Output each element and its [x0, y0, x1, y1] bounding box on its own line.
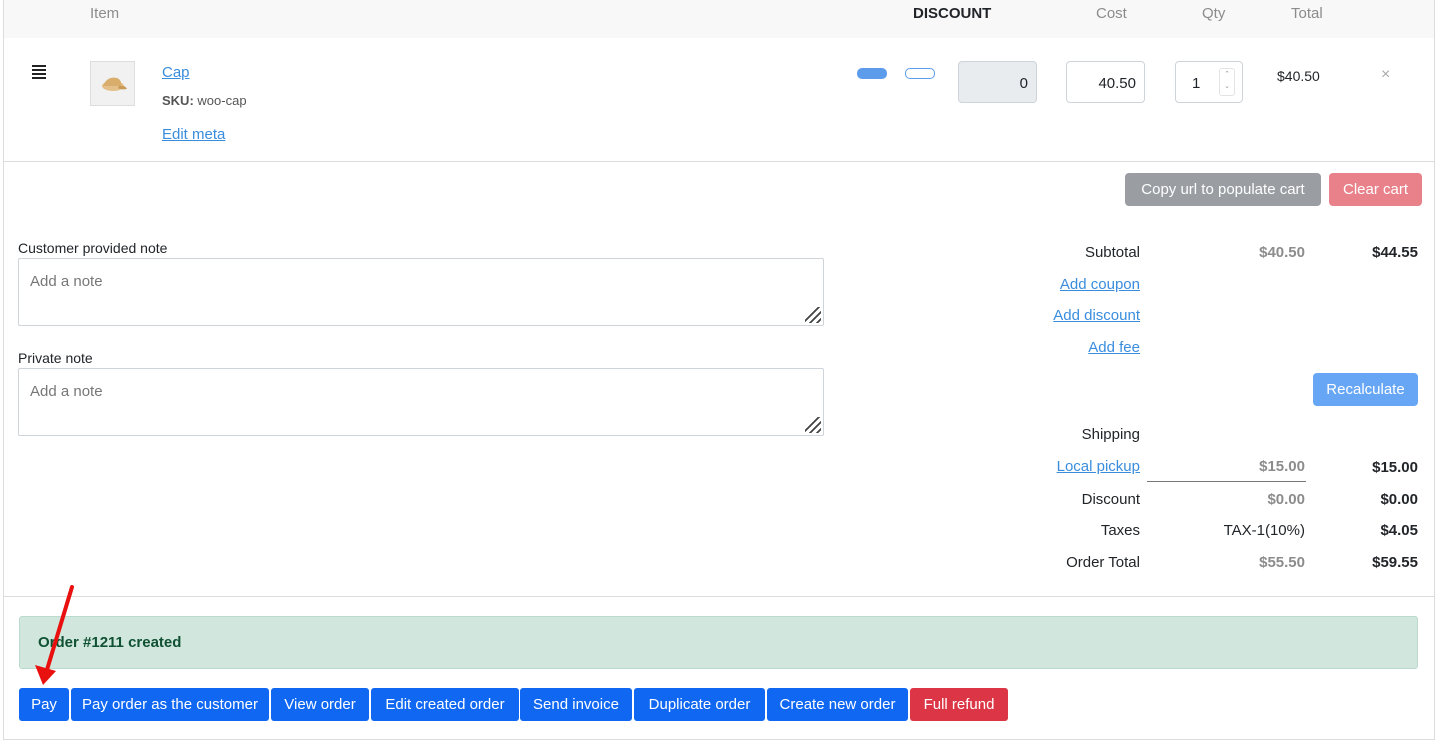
- taxes-name: TAX-1(10%): [1223, 522, 1305, 539]
- order-total-label: Order Total: [1066, 554, 1140, 571]
- item-row-total: $40.50: [1277, 68, 1320, 84]
- col-item: Item: [90, 5, 120, 22]
- edit-meta-link[interactable]: Edit meta: [162, 126, 225, 143]
- order-total-original: $55.50: [1259, 554, 1305, 571]
- subtotal-original: $40.50: [1259, 244, 1305, 261]
- edit-created-order-button[interactable]: Edit created order: [371, 688, 519, 721]
- discount-original: $0.00: [1267, 491, 1305, 508]
- copy-url-button[interactable]: Copy url to populate cart: [1125, 173, 1321, 206]
- pay-button[interactable]: Pay: [19, 688, 69, 721]
- duplicate-order-button[interactable]: Duplicate order: [634, 688, 765, 721]
- shipping-original: $15.00: [1259, 458, 1305, 475]
- discount-type-toggle-percent[interactable]: [857, 68, 887, 79]
- pay-as-customer-button[interactable]: Pay order as the customer: [71, 688, 269, 721]
- customer-note-textarea[interactable]: Add a note: [18, 258, 824, 326]
- order-created-alert: Order #1211 created: [19, 616, 1418, 669]
- sku-value: woo-cap: [197, 93, 247, 108]
- col-qty: Qty: [1202, 5, 1226, 22]
- col-discount: DISCOUNT: [913, 5, 992, 22]
- resize-grip-icon[interactable]: [805, 417, 821, 433]
- drag-handle-icon[interactable]: [32, 65, 46, 81]
- section-divider: [4, 596, 1434, 597]
- create-new-order-button[interactable]: Create new order: [767, 688, 908, 721]
- product-name-link[interactable]: Cap: [162, 64, 190, 81]
- order-total-final: $59.55: [1372, 554, 1418, 571]
- private-note-label: Private note: [18, 350, 93, 366]
- col-cost: Cost: [1096, 5, 1127, 22]
- taxes-final: $4.05: [1380, 522, 1418, 539]
- item-cost-input[interactable]: 40.50: [1066, 61, 1145, 103]
- customer-note-placeholder: Add a note: [30, 273, 103, 290]
- add-coupon-link[interactable]: Add coupon: [1060, 276, 1140, 293]
- discount-label: Discount: [1081, 491, 1140, 508]
- annotation-arrow-icon: [35, 585, 74, 685]
- view-order-button[interactable]: View order: [271, 688, 369, 721]
- taxes-label: Taxes: [1100, 522, 1140, 539]
- resize-grip-icon[interactable]: [805, 307, 821, 323]
- add-discount-link[interactable]: Add discount: [1053, 307, 1140, 324]
- customer-note-label: Customer provided note: [18, 240, 168, 256]
- qty-value: 1: [1192, 75, 1201, 92]
- discount-final: $0.00: [1380, 491, 1418, 508]
- private-note-textarea[interactable]: Add a note: [18, 368, 824, 436]
- shipping-divider: [1147, 481, 1306, 482]
- product-sku: SKU: woo-cap: [162, 93, 247, 108]
- row-divider: [4, 161, 1434, 162]
- shipping-label: Shipping: [1081, 426, 1140, 443]
- add-fee-link[interactable]: Add fee: [1088, 339, 1140, 356]
- items-table-header: Item DISCOUNT Cost Qty Total: [4, 0, 1434, 38]
- clear-cart-button[interactable]: Clear cart: [1329, 173, 1422, 206]
- product-thumbnail: [90, 61, 135, 106]
- item-qty-input[interactable]: 1 ⌃ ⌄: [1175, 61, 1243, 103]
- item-discount-input[interactable]: 0: [958, 61, 1037, 103]
- qty-spinner-icon[interactable]: ⌃ ⌄: [1219, 68, 1235, 96]
- shipping-final: $15.00: [1372, 459, 1418, 476]
- subtotal-label: Subtotal: [1084, 244, 1140, 261]
- send-invoice-button[interactable]: Send invoice: [520, 688, 632, 721]
- full-refund-button[interactable]: Full refund: [910, 688, 1008, 721]
- remove-item-icon[interactable]: ×: [1381, 66, 1390, 84]
- col-total: Total: [1291, 5, 1323, 22]
- recalculate-button[interactable]: Recalculate: [1313, 373, 1418, 406]
- sku-label: SKU:: [162, 93, 194, 108]
- discount-type-toggle-fixed[interactable]: [905, 68, 935, 79]
- shipping-method-link[interactable]: Local pickup: [1057, 458, 1140, 475]
- subtotal-final: $44.55: [1372, 244, 1418, 261]
- private-note-placeholder: Add a note: [30, 383, 103, 400]
